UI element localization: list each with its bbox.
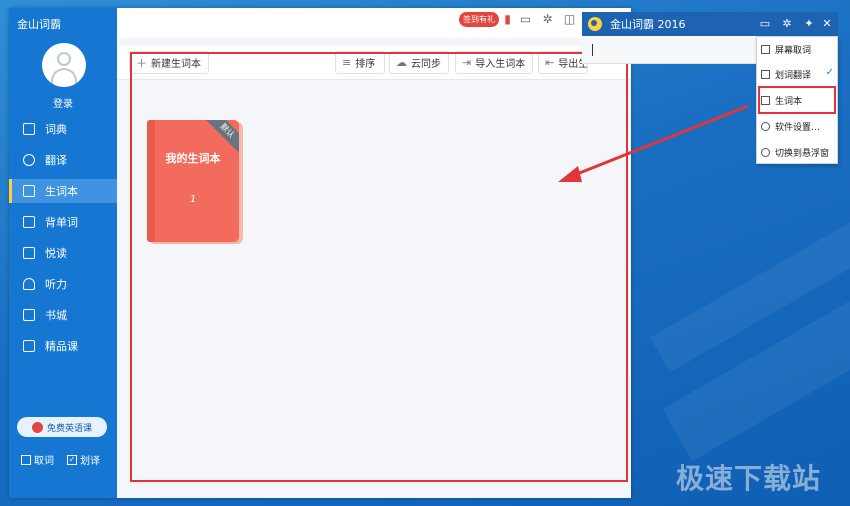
dictionary-icon xyxy=(23,123,35,135)
huayi-checkbox[interactable]: ✓ 划译 xyxy=(67,452,100,467)
sidebar: 金山词霸 登录 词典 翻译 生词本 背单词 悦读 听力 书城 精品课 免费英语课… xyxy=(9,8,117,498)
sidebar-item-label: 生词本 xyxy=(45,185,78,198)
top-bar: 签到有礼 ▮ ▭ ✲ ◫ xyxy=(117,8,631,38)
close-icon[interactable]: ✕ xyxy=(820,17,834,31)
gift-icon xyxy=(31,421,43,433)
sidebar-item-dictionary[interactable]: 词典 xyxy=(9,117,117,141)
sidebar-item-label: 悦读 xyxy=(45,247,67,260)
menu-item-label: 切换到悬浮窗 xyxy=(775,148,830,159)
menu-item-label: 屏幕取词 xyxy=(775,45,812,56)
course-icon xyxy=(23,340,35,352)
translate-icon xyxy=(23,154,35,166)
menu-item-select-translate[interactable]: 划词翻译 ✓ xyxy=(757,62,837,86)
check-icon: ✓ xyxy=(825,67,834,78)
free-course-label: 免费英语课 xyxy=(46,423,92,434)
sidebar-item-label: 翻译 xyxy=(45,154,67,167)
mini-search-input[interactable] xyxy=(582,36,758,64)
sidebar-item-bookstore[interactable]: 书城 xyxy=(9,303,117,327)
checkin-badge[interactable]: 签到有礼 xyxy=(459,12,499,27)
bookstore-icon xyxy=(23,309,35,321)
mini-window-titlebar: 金山词霸 2016 ▭ ✲ ✦ ✕ xyxy=(582,12,838,36)
sidebar-item-reading[interactable]: 悦读 xyxy=(9,241,117,265)
menu-item-settings[interactable]: 软件设置… xyxy=(757,114,837,138)
skin-icon[interactable]: ◫ xyxy=(563,13,576,26)
free-course-button[interactable]: 免费英语课 xyxy=(17,417,107,437)
screen-capture-icon xyxy=(761,44,770,54)
sidebar-item-label: 书城 xyxy=(45,309,67,322)
sidebar-item-listening[interactable]: 听力 xyxy=(9,272,117,296)
avatar-body-icon xyxy=(51,68,77,86)
watermark: 极速下载站 xyxy=(676,462,822,495)
sidebar-item-label: 背单词 xyxy=(45,216,78,229)
huayi-label: 划译 xyxy=(80,456,100,467)
sidebar-item-courses[interactable]: 精品课 xyxy=(9,334,117,358)
checkbox-unchecked-icon xyxy=(21,454,31,465)
floating-window-icon xyxy=(761,147,770,157)
text-cursor xyxy=(592,44,593,56)
sidebar-item-label: 词典 xyxy=(45,123,67,136)
menu-item-label: 软件设置… xyxy=(775,122,821,133)
app-logo-icon xyxy=(588,17,602,31)
settings-icon[interactable]: ✲ xyxy=(541,13,554,26)
select-translate-icon xyxy=(761,69,770,79)
sidebar-item-wordbook[interactable]: 生词本 xyxy=(9,179,117,203)
quci-checkbox[interactable]: 取词 xyxy=(21,452,54,467)
wordbook-icon xyxy=(23,185,35,197)
memorize-icon xyxy=(23,216,35,228)
checkbox-checked-icon: ✓ xyxy=(67,454,77,465)
sidebar-item-label: 精品课 xyxy=(45,340,78,353)
menu-item-screen-capture[interactable]: 屏幕取词 xyxy=(757,37,837,61)
pin-icon[interactable]: ✦ xyxy=(802,17,816,31)
avatar-head-icon xyxy=(57,52,71,66)
feedback-icon[interactable]: ▭ xyxy=(519,13,532,26)
gear-icon xyxy=(761,121,770,131)
gift-icon[interactable]: ▮ xyxy=(501,13,514,26)
sidebar-item-label: 听力 xyxy=(45,278,67,291)
sidebar-item-memorize[interactable]: 背单词 xyxy=(9,210,117,234)
gear-icon[interactable]: ✲ xyxy=(780,17,794,31)
annotation-menu-highlight xyxy=(758,86,836,114)
mini-window-title: 金山词霸 2016 xyxy=(610,18,686,31)
login-link[interactable]: 登录 xyxy=(9,95,117,110)
menu-item-label: 划词翻译 xyxy=(775,70,812,81)
quci-label: 取词 xyxy=(34,456,54,467)
reading-icon xyxy=(23,247,35,259)
menu-item-floating-window[interactable]: 切换到悬浮窗 xyxy=(757,140,837,164)
annotation-highlight-box xyxy=(130,52,628,482)
headphones-icon xyxy=(23,278,35,290)
app-title: 金山词霸 xyxy=(17,18,61,31)
sidebar-item-translate[interactable]: 翻译 xyxy=(9,148,117,172)
avatar[interactable] xyxy=(42,43,86,87)
minimize-icon[interactable]: ▭ xyxy=(758,17,772,31)
